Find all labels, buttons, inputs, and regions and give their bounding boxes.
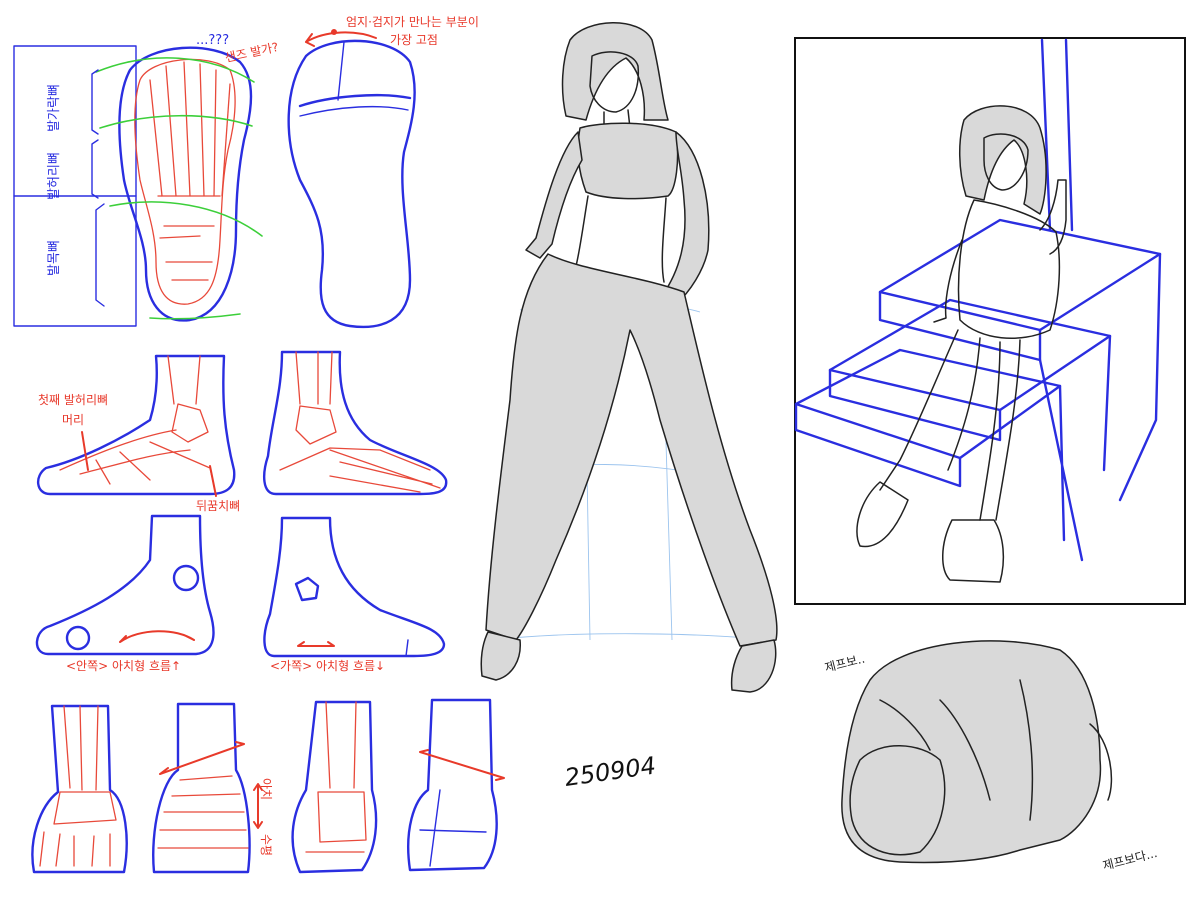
label-question: ...??? bbox=[196, 33, 229, 48]
front-arch-bands bbox=[157, 775, 249, 849]
sketch-canvas: 발가락뼈 발허리뼈 발목뼈 ...??? 샌즈 발가? 엄지·검지가 만나는 부… bbox=[13, 15, 1186, 874]
toe-split bbox=[337, 41, 345, 101]
seated-shoe-right bbox=[942, 519, 1005, 583]
label-toe-bones: 발가락뼈 bbox=[47, 84, 62, 132]
ball-of-foot-circle bbox=[65, 625, 91, 651]
figure-top bbox=[577, 122, 679, 200]
foot-sole-bone-diagram: 발가락뼈 발허리뼈 발목뼈 ...??? 샌즈 발가? bbox=[13, 33, 280, 327]
toe-line bbox=[298, 94, 412, 108]
seated-hair bbox=[958, 105, 1047, 215]
foot-side-outer-bones bbox=[263, 350, 448, 496]
foot-side-inner-bones: 첫째 발허리뼈 머리 뒤꿈치뼈 bbox=[37, 354, 240, 513]
foot-front-bones bbox=[31, 704, 128, 874]
side-outer-bone-lines bbox=[279, 351, 441, 493]
metatarsal-lines bbox=[149, 61, 231, 281]
front-arch-outline bbox=[152, 702, 251, 874]
label-tarsal-bones: 발목뼈 bbox=[47, 240, 62, 276]
label-metatarsal-bones: 발허리뼈 bbox=[47, 152, 62, 200]
back-simple-heel bbox=[419, 789, 487, 867]
label-crouch-bottom: 제프보다... bbox=[1101, 846, 1158, 873]
side-outer-outline bbox=[263, 350, 448, 496]
weight-point bbox=[331, 29, 337, 35]
label-first-meta-1: 첫째 발허리뼈 bbox=[38, 393, 108, 407]
bone-label-frame bbox=[13, 45, 137, 327]
label-weight-line1: 엄지·검지가 만나는 부분이 bbox=[346, 15, 479, 29]
foot-side-outer-arch: <가쪽> 아치형 흐름↓ bbox=[263, 516, 446, 673]
bracket-midfoot bbox=[91, 139, 99, 199]
figure-pants bbox=[485, 253, 778, 647]
back-bone-lines bbox=[305, 701, 367, 853]
foot-sole-simple: 엄지·검지가 만나는 부분이 가장 고점 bbox=[287, 15, 479, 329]
foot-back-simple bbox=[407, 698, 505, 872]
standing-figure bbox=[480, 22, 778, 693]
back-simple-outline bbox=[407, 698, 498, 872]
seated-shoe-left bbox=[856, 481, 909, 548]
simple-sole-outline bbox=[287, 39, 416, 329]
figure-hair bbox=[561, 22, 669, 121]
inner-arch-outline bbox=[35, 514, 215, 656]
ankle-bone-circle bbox=[172, 564, 200, 592]
figure-shoe-left bbox=[480, 631, 521, 681]
label-weight-line2: 가장 고점 bbox=[390, 33, 438, 47]
date-stamp: 250904 bbox=[563, 751, 658, 791]
inner-arch-arrow bbox=[119, 630, 195, 643]
foot-side-inner-arch: <안쪽> 아치형 흐름↑ bbox=[35, 514, 215, 673]
front-tilt-arrow bbox=[159, 741, 245, 775]
bracket-toes bbox=[91, 69, 99, 135]
seated-figure-panel bbox=[794, 37, 1186, 605]
label-flat: 수평 bbox=[259, 834, 273, 856]
back-bones-outline bbox=[291, 700, 378, 874]
outer-arch-outline bbox=[263, 516, 446, 658]
label-heel-bone: 뒤꿈치뼈 bbox=[196, 499, 240, 513]
foot-front-arch: 아치 수평 bbox=[152, 702, 273, 874]
outer-arch-arrow bbox=[297, 641, 335, 647]
heel-pointer bbox=[209, 465, 217, 497]
little-toe-line bbox=[405, 639, 409, 657]
first-meta-pointer bbox=[81, 431, 89, 471]
front-bones-outline bbox=[31, 704, 128, 874]
label-first-meta-2: 머리 bbox=[62, 413, 84, 427]
label-inner-arch: <안쪽> 아치형 흐름↑ bbox=[66, 659, 181, 673]
front-bone-lines bbox=[39, 705, 117, 867]
label-arch: 아치 bbox=[259, 778, 273, 800]
toe-line-inner bbox=[299, 105, 409, 117]
foot-back-bones bbox=[291, 700, 378, 874]
crouch-head-arms bbox=[849, 745, 946, 856]
label-crouch-top: 제프보.. bbox=[823, 651, 866, 674]
crouching-figure: 제프보.. 제프보다... bbox=[823, 640, 1159, 873]
bracket-tarsal bbox=[95, 203, 105, 307]
sketch-sheet: 발가락뼈 발허리뼈 발목뼈 ...??? 샌즈 발가? 엄지·검지가 만나는 부… bbox=[0, 0, 1200, 900]
outer-ankle-hex bbox=[294, 576, 320, 602]
label-outer-arch: <가쪽> 아치형 흐름↓ bbox=[270, 659, 385, 673]
figure-shoe-right bbox=[730, 639, 777, 693]
label-sand: 샌즈 발가? bbox=[224, 40, 280, 65]
figure-arm-left bbox=[525, 131, 583, 259]
